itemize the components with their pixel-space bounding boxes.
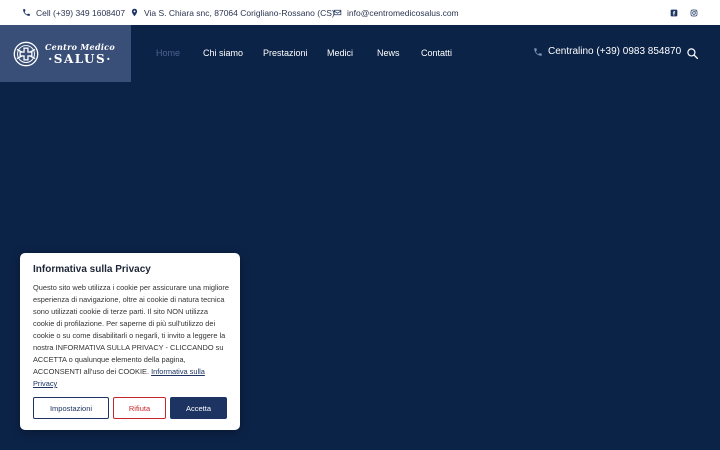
facebook-link[interactable] [670,0,678,25]
topbar-phone[interactable]: Cell (+39) 349 1608407 [22,0,125,25]
logo-line-2: ·SALUS· [48,51,112,66]
nav-medici[interactable]: Medici [327,48,353,58]
main-header: Centro Medico ·SALUS· Home Chi siamo Pre… [0,25,720,82]
topbar-phone-text: Cell (+39) 349 1608407 [36,7,126,18]
topbar-email[interactable]: info@centromedicosalus.com [333,0,459,25]
nav-chi-siamo[interactable]: Chi siamo [203,48,243,58]
instagram-link[interactable] [690,0,698,25]
nav-contatti[interactable]: Contatti [421,48,452,58]
nav-news[interactable]: News [377,48,400,58]
logo-line-1: Centro Medico [45,41,115,52]
nav-home[interactable]: Home [156,48,180,58]
logo-emblem-icon [13,41,39,66]
envelope-icon [333,9,342,16]
instagram-icon [690,9,698,16]
topbar-email-text: info@centromedicosalus.com [347,7,459,18]
centralino-phone[interactable]: Centralino (+39) 0983 854870 [533,46,681,57]
cookie-settings-button[interactable]: Impostazioni [33,397,109,419]
facebook-icon [670,9,678,16]
cookie-accept-button[interactable]: Accetta [170,397,227,419]
cookie-title: Informativa sulla Privacy [33,264,151,275]
cookie-body-text: Questo sito web utilizza i cookie per as… [33,283,229,376]
topbar-address: Via S. Chiara snc, 87064 Corigliano-Ross… [130,0,335,25]
topbar-address-text: Via S. Chiara snc, 87064 Corigliano-Ross… [144,7,335,18]
logo-wordmark: Centro Medico ·SALUS· [45,43,115,65]
site-logo[interactable]: Centro Medico ·SALUS· [0,25,131,82]
cookie-reject-button[interactable]: Rifiuta [113,397,166,419]
nav-prestazioni[interactable]: Prestazioni [263,48,308,58]
cookie-body: Questo sito web utilizza i cookie per as… [33,282,231,390]
centralino-label: Centralino (+39) 0983 854870 [548,46,682,57]
map-pin-icon [131,8,138,17]
top-info-bar: Cell (+39) 349 1608407 Via S. Chiara snc… [0,0,720,25]
phone-icon [534,47,542,56]
cookie-consent-banner: Informativa sulla Privacy Questo sito we… [20,253,240,430]
phone-icon [23,9,30,16]
search-icon[interactable] [686,47,699,60]
